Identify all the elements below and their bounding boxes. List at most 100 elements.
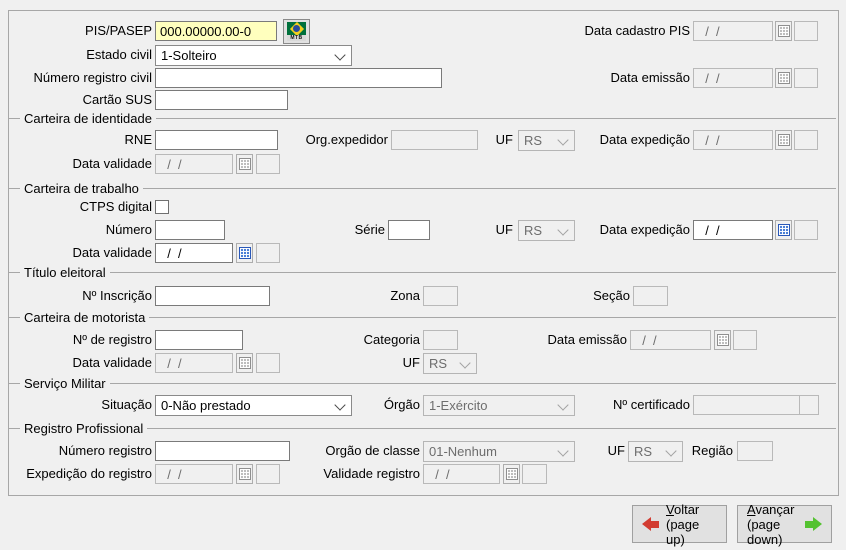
orgao-label: Órgão bbox=[383, 397, 420, 412]
motorista-data-emissao-label: Data emissão bbox=[547, 332, 627, 347]
trabalho-data-expedicao-extra-field bbox=[794, 220, 818, 240]
rne-label: RNE bbox=[124, 132, 152, 147]
identidade-data-expedicao-input bbox=[693, 130, 773, 150]
validade-registro-extra-field bbox=[522, 464, 547, 484]
calendar-icon bbox=[238, 468, 251, 480]
data-emissao-extra-field bbox=[794, 68, 818, 88]
chevron-down-icon bbox=[459, 357, 471, 369]
trabalho-data-expedicao-calendar-button[interactable] bbox=[775, 220, 792, 240]
trabalho-numero-label: Número bbox=[105, 222, 152, 237]
categoria-label: Categoria bbox=[363, 332, 420, 347]
trabalho-data-validade-input[interactable] bbox=[155, 243, 233, 263]
identidade-data-expedicao-calendar-button bbox=[775, 130, 792, 150]
trabalho-data-validade-extra-field bbox=[256, 243, 280, 263]
calendar-icon bbox=[716, 334, 729, 346]
categoria-input bbox=[423, 330, 458, 350]
trabalho-data-validade-label: Data validade bbox=[72, 245, 153, 260]
calendar-icon bbox=[777, 134, 790, 146]
calendar-icon bbox=[505, 468, 518, 480]
eleitoral-section-line bbox=[9, 272, 836, 273]
chevron-down-icon bbox=[665, 445, 677, 457]
trabalho-data-expedicao-label: Data expedição bbox=[599, 222, 690, 237]
avancar-button-sublabel: (page down) bbox=[747, 516, 783, 547]
cartao-sus-label: Cartão SUS bbox=[82, 92, 152, 107]
voltar-button-label: Voltar bbox=[666, 501, 700, 517]
identidade-uf-select: RS bbox=[518, 130, 575, 151]
inscricao-label: Nº Inscrição bbox=[82, 288, 152, 303]
pis-input[interactable] bbox=[155, 21, 277, 41]
chevron-down-icon bbox=[334, 399, 346, 411]
identidade-data-expedicao-extra-field bbox=[794, 130, 818, 150]
motorista-data-emissao-extra-field bbox=[733, 330, 757, 350]
org-expedidor-input bbox=[391, 130, 478, 150]
ctps-digital-label: CTPS digital bbox=[79, 199, 152, 214]
avancar-button[interactable]: Avançar (page down) bbox=[737, 501, 832, 547]
cartao-sus-input[interactable] bbox=[155, 90, 288, 110]
numero-registro-civil-input[interactable] bbox=[155, 68, 442, 88]
secao-label: Seção bbox=[593, 288, 630, 303]
serie-label: Série bbox=[354, 222, 385, 237]
identidade-uf-label: UF bbox=[495, 132, 513, 147]
zona-label: Zona bbox=[390, 288, 420, 303]
ctps-digital-checkbox[interactable] bbox=[155, 200, 169, 214]
trabalho-uf-select: RS bbox=[518, 220, 575, 241]
expedicao-registro-input bbox=[155, 464, 233, 484]
motorista-data-emissao-calendar-button bbox=[714, 330, 731, 350]
data-emissao-label: Data emissão bbox=[610, 70, 690, 85]
org-expedidor-label: Org.expedidor bbox=[305, 132, 388, 147]
estado-civil-label: Estado civil bbox=[86, 47, 152, 62]
trabalho-data-expedicao-input[interactable] bbox=[693, 220, 773, 240]
arrow-left-icon bbox=[642, 517, 659, 531]
expedicao-registro-extra-field bbox=[256, 464, 280, 484]
voltar-button-sublabel: (page up) bbox=[666, 516, 700, 547]
calendar-icon bbox=[777, 72, 790, 84]
motorista-data-validade-extra-field bbox=[256, 353, 280, 373]
estado-civil-select[interactable]: 1-Solteiro bbox=[155, 45, 352, 66]
inscricao-input[interactable] bbox=[155, 286, 270, 306]
profissional-numero-label: Número registro bbox=[58, 443, 152, 458]
avancar-button-label: Avançar bbox=[747, 501, 795, 517]
numero-registro-civil-label: Número registro civil bbox=[33, 70, 152, 85]
data-cadastro-pis-calendar-button bbox=[775, 21, 792, 41]
profissional-numero-input[interactable] bbox=[155, 441, 290, 461]
mtb-icon-text: MTB bbox=[287, 35, 306, 41]
eleitoral-section-title: Título eleitoral bbox=[20, 265, 110, 280]
orgao-classe-label: Orgão de classe bbox=[325, 443, 420, 458]
calendar-icon bbox=[777, 25, 790, 37]
data-emissao-input bbox=[693, 68, 773, 88]
validade-registro-label: Validade registro bbox=[323, 466, 420, 481]
voltar-button[interactable]: Voltar (page up) bbox=[632, 501, 727, 547]
secao-input bbox=[633, 286, 668, 306]
chevron-down-icon bbox=[334, 49, 346, 61]
zona-input bbox=[423, 286, 458, 306]
expedicao-registro-calendar-button bbox=[236, 464, 253, 484]
trabalho-data-validade-calendar-button[interactable] bbox=[236, 243, 253, 263]
motorista-data-validade-input bbox=[155, 353, 233, 373]
motorista-uf-label: UF bbox=[402, 355, 420, 370]
mtb-lookup-button[interactable]: MTB bbox=[283, 19, 310, 44]
identidade-data-validade-extra-field bbox=[256, 154, 280, 174]
motorista-section-title: Carteira de motorista bbox=[20, 310, 150, 325]
certificado-extra-field bbox=[799, 395, 819, 415]
calendar-icon bbox=[777, 224, 790, 236]
militar-section-title: Serviço Militar bbox=[20, 376, 110, 391]
serie-input[interactable] bbox=[388, 220, 430, 240]
identidade-data-validade-calendar-button bbox=[236, 154, 253, 174]
identidade-data-validade-label: Data validade bbox=[72, 156, 153, 171]
motorista-registro-input[interactable] bbox=[155, 330, 243, 350]
certificado-input bbox=[693, 395, 800, 415]
rne-input[interactable] bbox=[155, 130, 278, 150]
motorista-registro-label: Nº de registro bbox=[72, 332, 152, 347]
chevron-down-icon bbox=[557, 134, 569, 146]
regiao-input bbox=[737, 441, 773, 461]
situacao-select[interactable]: 0-Não prestado bbox=[155, 395, 352, 416]
trabalho-numero-input[interactable] bbox=[155, 220, 225, 240]
motorista-data-validade-calendar-button bbox=[236, 353, 253, 373]
data-cadastro-pis-label: Data cadastro PIS bbox=[584, 23, 691, 38]
chevron-down-icon bbox=[557, 445, 569, 457]
identidade-data-validade-input bbox=[155, 154, 233, 174]
chevron-down-icon bbox=[557, 399, 569, 411]
profissional-uf-select: RS bbox=[628, 441, 683, 462]
data-cadastro-pis-input bbox=[693, 21, 773, 41]
data-cadastro-pis-extra-field bbox=[794, 21, 818, 41]
